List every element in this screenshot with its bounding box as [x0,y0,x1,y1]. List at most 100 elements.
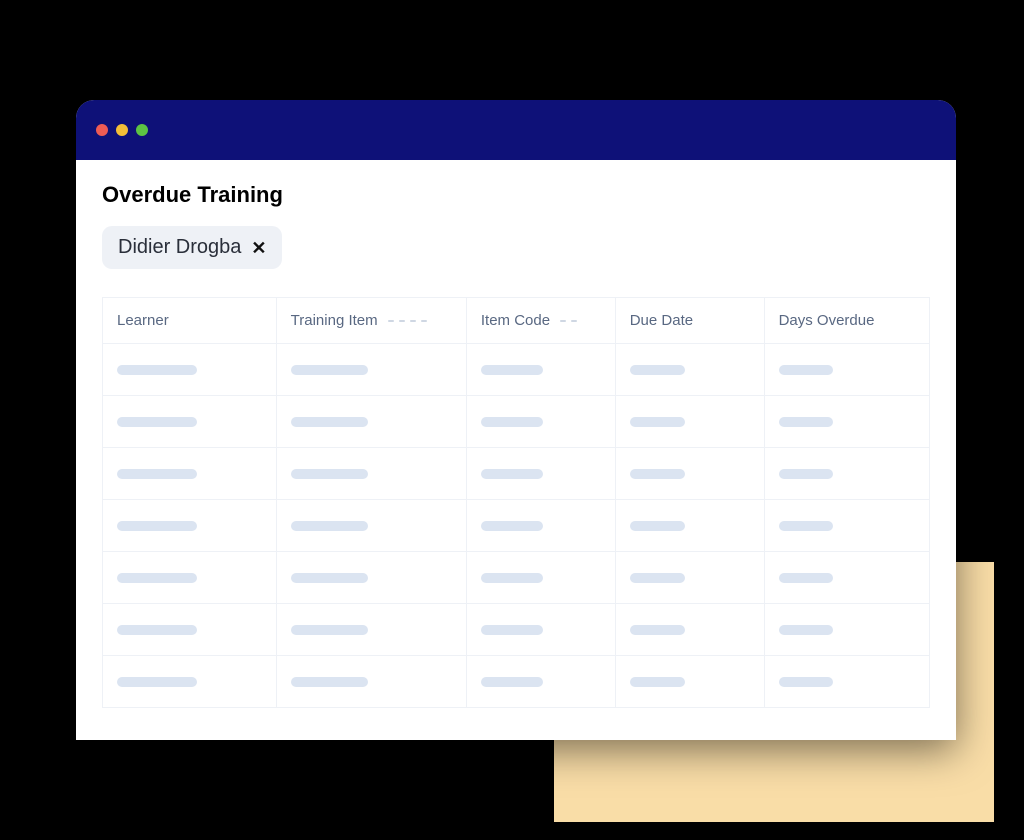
skeleton-placeholder [779,469,834,479]
skeleton-placeholder [481,365,543,375]
skeleton-placeholder [117,417,197,427]
col-due-date[interactable]: Due Date [615,298,764,344]
table-cell [466,344,615,396]
table-cell [466,656,615,708]
table-cell [103,656,277,708]
overdue-training-table: Learner Training Item Item Code Due Date [102,297,930,708]
table-cell [764,500,929,552]
table-cell [466,448,615,500]
table-cell [764,604,929,656]
skeleton-placeholder [779,573,834,583]
table-cell [466,604,615,656]
window-controls [96,124,148,136]
col-label: Days Overdue [779,312,875,329]
table-cell [466,552,615,604]
table-row[interactable] [103,604,930,656]
table-cell [103,448,277,500]
table-cell [466,500,615,552]
skeleton-placeholder [291,365,368,375]
table-cell [615,396,764,448]
table-cell [764,448,929,500]
skeleton-placeholder [481,417,543,427]
skeleton-placeholder [630,625,685,635]
col-item-code[interactable]: Item Code [466,298,615,344]
skeleton-placeholder [779,417,834,427]
skeleton-placeholder [291,417,368,427]
app-window: Overdue Training Didier Drogba ✕ Learner… [76,100,956,740]
skeleton-placeholder [630,417,685,427]
skeleton-placeholder [291,625,368,635]
table-cell [615,656,764,708]
titlebar [76,100,956,160]
table-cell [103,604,277,656]
table-cell [466,396,615,448]
table-cell [276,604,466,656]
page-title: Overdue Training [102,182,930,208]
col-label: Due Date [630,312,693,329]
skeleton-placeholder [630,469,685,479]
table-cell [103,500,277,552]
table-row[interactable] [103,344,930,396]
drag-handle-icon[interactable] [388,320,427,322]
skeleton-placeholder [117,365,197,375]
skeleton-placeholder [481,521,543,531]
table-cell [764,344,929,396]
window-zoom-button[interactable] [136,124,148,136]
col-days-overdue[interactable]: Days Overdue [764,298,929,344]
skeleton-placeholder [117,469,197,479]
table-cell [103,396,277,448]
table-row[interactable] [103,396,930,448]
table-cell [615,500,764,552]
skeleton-placeholder [117,677,197,687]
close-icon[interactable]: ✕ [251,239,266,257]
table-cell [276,552,466,604]
skeleton-placeholder [630,365,685,375]
col-training-item[interactable]: Training Item [276,298,466,344]
col-learner[interactable]: Learner [103,298,277,344]
skeleton-placeholder [481,469,543,479]
filter-chip[interactable]: Didier Drogba ✕ [102,226,282,269]
table-cell [615,448,764,500]
table-cell [276,656,466,708]
table-cell [615,552,764,604]
table-cell [276,396,466,448]
skeleton-placeholder [779,521,834,531]
content-area: Overdue Training Didier Drogba ✕ Learner… [76,160,956,708]
table-cell [615,344,764,396]
skeleton-placeholder [291,677,368,687]
table-cell [276,500,466,552]
skeleton-placeholder [630,521,685,531]
col-label: Training Item [291,312,378,329]
table-row[interactable] [103,552,930,604]
table-row[interactable] [103,500,930,552]
skeleton-placeholder [291,573,368,583]
skeleton-placeholder [117,521,197,531]
table-header-row: Learner Training Item Item Code Due Date [103,298,930,344]
col-label: Item Code [481,312,550,329]
table-row[interactable] [103,656,930,708]
skeleton-placeholder [779,625,834,635]
skeleton-placeholder [481,573,543,583]
col-label: Learner [117,312,169,329]
skeleton-placeholder [291,521,368,531]
table-cell [764,396,929,448]
skeleton-placeholder [779,365,834,375]
table-row[interactable] [103,448,930,500]
table-cell [103,552,277,604]
skeleton-placeholder [117,625,197,635]
window-minimize-button[interactable] [116,124,128,136]
window-close-button[interactable] [96,124,108,136]
drag-handle-icon[interactable] [560,320,577,322]
skeleton-placeholder [779,677,834,687]
skeleton-placeholder [630,677,685,687]
table-cell [764,552,929,604]
table-cell [615,604,764,656]
table-cell [764,656,929,708]
skeleton-placeholder [630,573,685,583]
table-cell [103,344,277,396]
table-cell [276,448,466,500]
filter-chip-label: Didier Drogba [118,236,241,259]
table-cell [276,344,466,396]
skeleton-placeholder [481,677,543,687]
skeleton-placeholder [117,573,197,583]
